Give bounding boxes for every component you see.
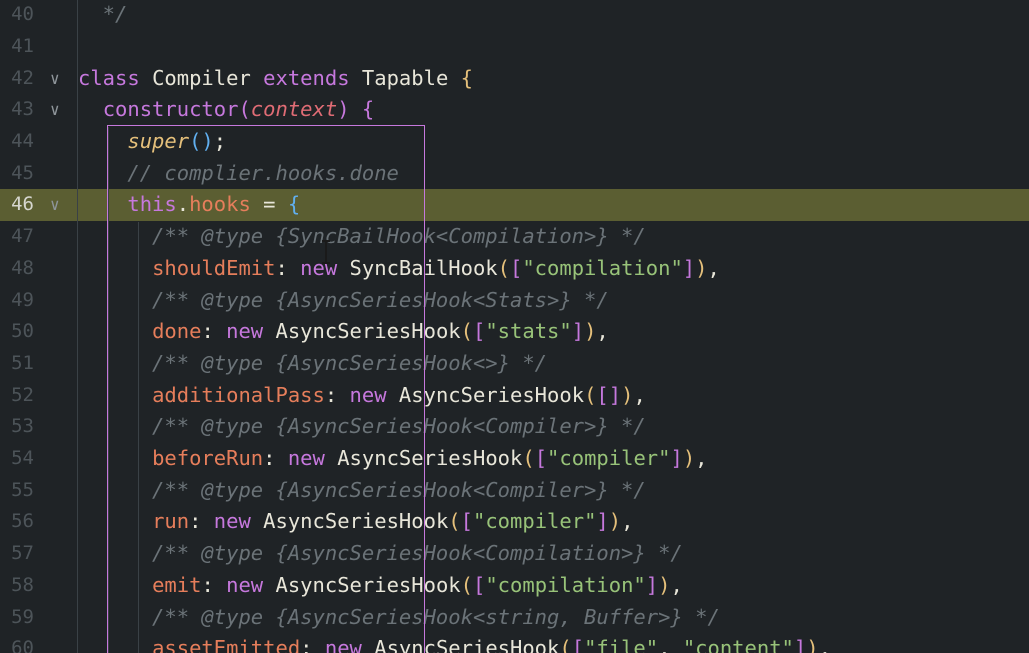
code-token: [ <box>472 572 486 597</box>
bracket-match-box <box>107 125 425 653</box>
line-number: 44 <box>11 130 34 152</box>
code-token: ( <box>522 446 535 470</box>
code-token: ( <box>559 636 572 653</box>
code-token: ( <box>584 382 597 407</box>
line-number: 43 <box>11 98 34 121</box>
code-token: ) <box>806 636 819 653</box>
code-token: ) <box>682 446 696 470</box>
code-token: extends <box>263 65 362 90</box>
code-token: [ <box>534 446 548 470</box>
code-token: "compiler" <box>472 509 597 534</box>
code-token: */ <box>78 2 128 27</box>
code-token: Tapable <box>361 65 461 90</box>
code-token: ] <box>682 255 696 280</box>
code-token: [ <box>571 636 585 653</box>
line-number: 58 <box>11 573 34 596</box>
code-token: , <box>596 319 609 344</box>
code-token: , <box>818 636 831 653</box>
code-token: "file" <box>584 636 659 653</box>
code-token: context <box>250 97 338 122</box>
code-text: */ <box>78 0 128 31</box>
code-token: "stats" <box>485 319 572 344</box>
indent-guide <box>77 0 78 653</box>
code-token: ) <box>608 509 622 534</box>
line-number: 51 <box>11 351 34 374</box>
code-token: ) <box>695 255 708 280</box>
code-token: , <box>707 255 720 280</box>
line-number: 40 <box>11 3 34 26</box>
line-number: 50 <box>11 320 34 343</box>
code-token: ) <box>621 382 634 407</box>
line-number: 56 <box>11 510 34 533</box>
code-editor[interactable]: 40 */ 41 42 ∨ class Compiler extends Tapable… <box>0 0 1029 653</box>
code-token: "compilation" <box>485 572 646 597</box>
code-token: ( <box>460 319 473 344</box>
code-line[interactable]: 42 ∨ class Compiler extends Tapable { <box>0 63 1029 95</box>
code-token: [ <box>472 319 486 344</box>
code-token: , <box>695 446 708 470</box>
code-token: ] <box>571 319 585 344</box>
fold-chevron-icon[interactable]: ∨ <box>50 189 60 221</box>
line-number: 52 <box>11 383 34 406</box>
code-token: "content" <box>682 636 794 653</box>
code-token: ( <box>497 255 510 280</box>
fold-chevron-icon[interactable]: ∨ <box>50 63 60 95</box>
line-number: 53 <box>11 415 34 438</box>
code-token: , <box>621 509 634 534</box>
code-token: ] <box>670 446 683 470</box>
line-number: 45 <box>11 161 34 184</box>
line-number: 47 <box>11 225 34 248</box>
code-line[interactable]: 43 ∨ constructor(context) { <box>0 94 1029 126</box>
code-token: ) <box>584 319 597 344</box>
code-line[interactable]: 41 <box>0 31 1029 63</box>
code-token: , <box>670 572 683 597</box>
code-token: ) <box>658 572 671 597</box>
line-number: 54 <box>11 447 34 469</box>
code-token: Compiler <box>152 65 264 90</box>
line-number: 59 <box>11 605 34 628</box>
code-token: class <box>78 65 153 90</box>
code-token: "compiler" <box>547 446 671 470</box>
code-token: { <box>361 97 375 122</box>
line-number: 46 <box>11 193 34 216</box>
line-number: 41 <box>11 34 34 57</box>
code-token: ( <box>238 97 251 122</box>
code-token: ) <box>337 97 350 122</box>
line-number: 42 <box>11 66 34 89</box>
line-number: 48 <box>11 256 34 279</box>
line-number: 60 <box>11 637 34 653</box>
code-token: [ <box>460 509 473 534</box>
code-token: constructor <box>102 97 239 122</box>
code-text: constructor(context) { <box>78 94 375 126</box>
fold-chevron-icon[interactable]: ∨ <box>50 94 60 126</box>
code-token: ( <box>448 509 461 534</box>
line-number: 57 <box>11 542 34 565</box>
line-number: 49 <box>11 288 34 311</box>
line-number: 55 <box>11 478 34 501</box>
code-text: class Compiler extends Tapable { <box>78 63 473 95</box>
code-token: { <box>460 65 473 90</box>
code-token: AsyncSeriesHook <box>398 382 585 407</box>
code-token: , <box>658 636 683 653</box>
code-token: ] <box>793 636 807 653</box>
code-token: "compilation" <box>522 255 683 280</box>
code-token: , <box>633 382 646 407</box>
code-token: [ <box>510 255 523 280</box>
code-token: [] <box>596 382 622 407</box>
code-token: ( <box>460 572 473 597</box>
code-line[interactable]: 40 */ <box>0 0 1029 31</box>
text-cursor-icon <box>322 240 330 264</box>
code-token: ] <box>596 509 609 534</box>
code-token: ] <box>645 572 659 597</box>
